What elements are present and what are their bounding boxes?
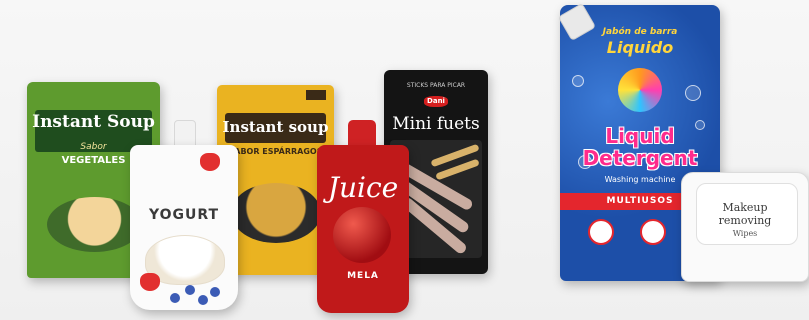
fuets-top-text: STICKS PARA PICAR	[406, 82, 466, 89]
wipes-line3: Wipes	[732, 229, 758, 238]
detergent-name-line1: Liquid	[605, 124, 675, 148]
wipes-line2: removing	[718, 214, 772, 227]
blueberry-image	[210, 287, 220, 297]
detergent-name: Liquid Detergent	[560, 125, 720, 169]
wipes-title: Makeup removing	[682, 201, 808, 227]
blueberry-image	[185, 285, 195, 295]
yogurt-name: YOGURT	[148, 207, 220, 223]
juice-name: Juice	[327, 171, 399, 204]
corner-tab	[306, 90, 326, 100]
juice-sub: MELA	[347, 271, 379, 281]
bubble-decoration	[572, 75, 584, 87]
product-packaging-scene: Instant Soup Sabor VEGETALES Instant sou…	[0, 0, 809, 320]
soup-bowl-image	[231, 183, 321, 243]
wipes-line1: Makeup	[722, 201, 768, 214]
blueberry-image	[170, 293, 180, 303]
fuets-name: Mini fuets	[392, 114, 480, 134]
soup-yellow-title: Instant soup	[222, 118, 329, 136]
strawberry-image	[200, 153, 220, 171]
soup-bowl-image	[47, 197, 142, 252]
detergent-line2: Liquido	[606, 38, 674, 57]
feature-badge-icon	[640, 219, 666, 245]
detergent-name-line2: Detergent	[582, 146, 698, 170]
juice-pouch: Juice MELA	[317, 145, 409, 313]
bubble-decoration	[685, 85, 701, 101]
swirl-logo-icon	[618, 68, 662, 112]
strawberry-image	[140, 273, 160, 291]
yogurt-pouch: YOGURT	[130, 145, 238, 310]
makeup-wipes-pack: Makeup removing Wipes	[681, 172, 809, 282]
apple-image	[333, 207, 391, 263]
fuets-brand-logo: Dani	[424, 96, 448, 107]
feature-badge-icon	[588, 219, 614, 245]
blueberry-image	[198, 295, 208, 305]
soup-green-title: Instant Soup	[32, 112, 155, 132]
